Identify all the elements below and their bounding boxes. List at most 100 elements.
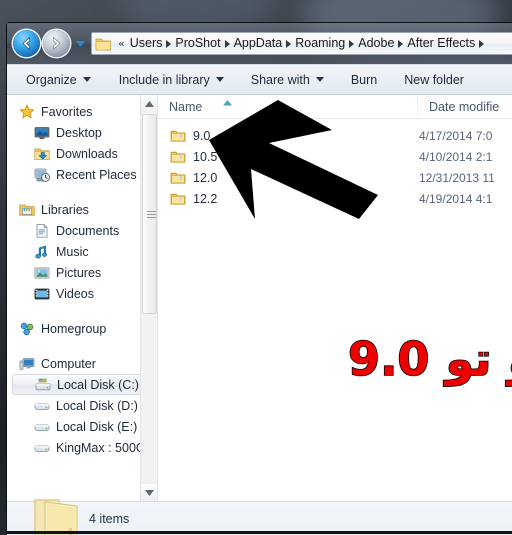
file-list-pane[interactable]: Name Date modifie 9.0 4/17/2014 7:0 10.5… [158, 95, 512, 501]
file-name-cell: 12.0 [170, 170, 419, 186]
folder-icon [170, 130, 186, 142]
file-name-label: 9.0 [193, 128, 211, 143]
forward-button[interactable] [43, 30, 70, 57]
breadcrumb-separator[interactable] [164, 39, 173, 48]
sidebar-group-homegroup-label: Homegroup [41, 321, 107, 336]
computer-icon [19, 357, 35, 370]
explorer-window: « Users ProShot AppData Roaming Adobe Af… [6, 22, 512, 535]
sidebar-group-libraries-label: Libraries [41, 202, 89, 217]
sidebar-group-libraries[interactable]: Libraries [7, 199, 157, 220]
table-row[interactable]: 12.0 12/31/2013 11 [158, 167, 512, 188]
scroll-down-arrow-icon[interactable] [141, 484, 157, 501]
folder-icon [170, 172, 186, 184]
breadcrumb-separator[interactable] [396, 39, 405, 48]
sidebar-item-local-disk-c[interactable]: Local Disk (C:) [12, 374, 152, 395]
column-header-date-modified[interactable]: Date modifie [418, 95, 512, 119]
sidebar-item-documents-label: Documents [56, 223, 120, 238]
drive-icon [34, 444, 50, 452]
chevron-down-icon [75, 40, 85, 47]
breadcrumb-item-appdata[interactable]: AppData [232, 37, 285, 50]
scrollbar-thumb[interactable] [142, 114, 157, 314]
scroll-up-arrow-icon[interactable] [141, 95, 157, 112]
column-header-name[interactable]: Name [158, 95, 418, 119]
breadcrumb-item-proshot[interactable]: ProShot [173, 37, 222, 50]
window-body: Favorites Desktop Downloads Recent Place… [7, 95, 512, 501]
history-dropdown-button[interactable] [73, 34, 87, 54]
status-item-count: 4 items [89, 512, 130, 526]
chevron-down-icon [82, 77, 91, 82]
breadcrumb[interactable]: « Users ProShot AppData Roaming Adobe Af… [91, 32, 512, 55]
sidebar-item-videos-label: Videos [56, 286, 94, 301]
homegroup-icon [20, 322, 34, 335]
breadcrumb-item-roaming[interactable]: Roaming [293, 37, 347, 50]
navigation-pane[interactable]: Favorites Desktop Downloads Recent Place… [7, 95, 158, 501]
sidebar-item-pictures[interactable]: Pictures [7, 262, 157, 283]
sidebar-item-kingmax-drive[interactable]: KingMax : 500GB [7, 437, 157, 458]
drive-icon [34, 423, 50, 431]
breadcrumb-item-users[interactable]: Users [128, 37, 165, 50]
back-button[interactable] [13, 30, 40, 57]
sidebar-group-homegroup[interactable]: Homegroup [7, 318, 157, 339]
share-with-button[interactable]: Share with [242, 68, 333, 91]
file-name-label: 12.2 [193, 191, 218, 206]
breadcrumb-separator[interactable] [477, 39, 486, 48]
chevron-down-icon [215, 77, 224, 82]
column-header-row: Name Date modifie [158, 95, 512, 119]
sidebar-item-local-disk-d[interactable]: Local Disk (D:) [7, 395, 157, 416]
file-date-modified: 12/31/2013 11 [419, 170, 495, 185]
downloads-folder-icon [34, 148, 50, 160]
sidebar-item-recent-places[interactable]: Recent Places [7, 164, 157, 185]
sidebar-item-music-label: Music [56, 244, 89, 259]
file-date-modified: 4/17/2014 7:0 [419, 128, 493, 143]
sidebar-group-computer-label: Computer [41, 356, 96, 371]
organize-button[interactable]: Organize [17, 68, 100, 91]
burn-button[interactable]: Burn [342, 68, 386, 91]
navigation-pane-scrollbar[interactable] [140, 95, 157, 501]
breadcrumb-separator[interactable] [347, 39, 356, 48]
sidebar-group-favorites[interactable]: Favorites [7, 101, 157, 122]
sidebar-item-music[interactable]: Music [7, 241, 157, 262]
sidebar-item-local-disk-d-label: Local Disk (D:) [56, 398, 138, 413]
new-folder-button[interactable]: New folder [395, 68, 473, 91]
sidebar-group-computer[interactable]: Computer [7, 353, 157, 374]
table-row[interactable]: 10.5 4/10/2014 2:1 [158, 146, 512, 167]
sidebar-item-local-disk-e-label: Local Disk (E:) [56, 419, 138, 434]
document-icon [36, 223, 48, 238]
breadcrumb-overflow[interactable]: « [115, 38, 128, 49]
folder-icon [170, 151, 186, 163]
sidebar-item-downloads[interactable]: Downloads [7, 143, 157, 164]
sidebar-item-desktop[interactable]: Desktop [7, 122, 157, 143]
sidebar-item-videos[interactable]: Videos [7, 283, 157, 304]
sidebar-item-documents[interactable]: Documents [7, 220, 157, 241]
screen-root: « Users ProShot AppData Roaming Adobe Af… [0, 0, 512, 535]
file-name-cell: 9.0 [170, 128, 419, 144]
sidebar-item-local-disk-e[interactable]: Local Disk (E:) [7, 416, 157, 437]
sidebar-item-desktop-label: Desktop [56, 125, 102, 140]
breadcrumb-separator[interactable] [284, 39, 293, 48]
folder-icon [170, 193, 186, 205]
sidebar-group-favorites-label: Favorites [41, 104, 93, 119]
toolbar: Organize Include in library Share with B… [7, 64, 512, 95]
libraries-icon [19, 204, 35, 216]
table-row[interactable]: 9.0 4/17/2014 7:0 [158, 125, 512, 146]
recent-places-icon [34, 168, 50, 182]
organize-label: Organize [26, 72, 77, 87]
file-date-modified: 4/10/2014 2:1 [419, 149, 493, 164]
file-name-label: 12.0 [193, 170, 218, 185]
status-bar: 4 items [7, 499, 512, 535]
column-header-date-modified-label: Date modifie [429, 99, 500, 114]
table-row[interactable]: 12.2 4/19/2014 4:1 [158, 188, 512, 209]
include-in-library-button[interactable]: Include in library [110, 68, 233, 91]
music-note-icon [35, 245, 47, 258]
system-drive-icon [35, 378, 51, 390]
sort-ascending-icon [222, 95, 233, 109]
file-name-cell: 12.2 [170, 191, 419, 207]
file-date-modified: 4/19/2014 4:1 [419, 191, 493, 206]
breadcrumb-separator[interactable] [223, 39, 232, 48]
breadcrumb-item-after-effects[interactable]: After Effects [405, 37, 477, 50]
burn-label: Burn [350, 72, 378, 87]
picture-icon [34, 267, 50, 278]
breadcrumb-item-adobe[interactable]: Adobe [356, 37, 396, 50]
